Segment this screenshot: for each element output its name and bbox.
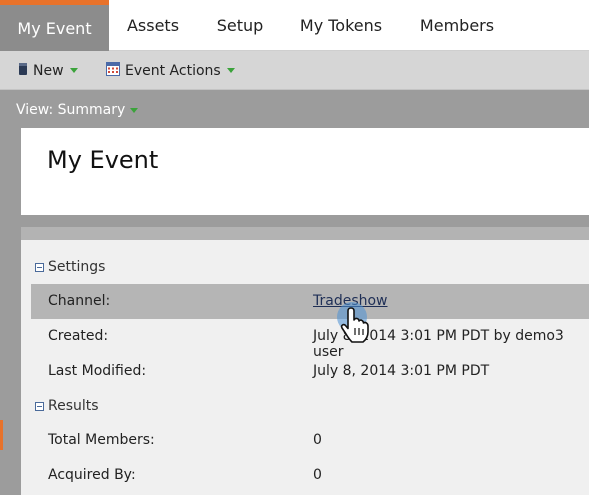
tab-label: My Tokens — [299, 16, 383, 35]
tab-label: Members — [419, 16, 495, 35]
collapse-icon — [35, 262, 44, 272]
tab-bar: My Event Assets Setup My Tokens Members — [0, 0, 589, 51]
total-members-label: Total Members: — [48, 432, 155, 448]
panel-divider — [21, 227, 589, 240]
calendar-icon — [106, 61, 120, 80]
page-title: My Event — [47, 146, 159, 174]
tab-my-tokens[interactable]: My Tokens — [288, 0, 394, 51]
total-members-value: 0 — [313, 432, 322, 448]
tab-my-event[interactable]: My Event — [0, 0, 109, 51]
results-heading: Results — [48, 398, 99, 414]
channel-label: Channel: — [48, 293, 111, 309]
tab-setup[interactable]: Setup — [203, 0, 277, 51]
tab-label: Assets — [126, 16, 180, 35]
settings-heading: Settings — [48, 259, 106, 275]
chevron-down-icon — [226, 68, 235, 73]
acquired-by-value: 0 — [313, 467, 322, 483]
event-actions-label: Event Actions — [125, 62, 221, 79]
created-row: Created: July 8, 2014 3:01 PM PDT by dem… — [31, 319, 589, 360]
new-button[interactable]: New — [18, 51, 78, 90]
channel-link[interactable]: Tradeshow — [313, 293, 388, 309]
acquired-by-label: Acquired By: — [48, 467, 136, 483]
view-selector-label: View: Summary — [16, 102, 126, 118]
collapse-icon — [35, 401, 44, 411]
last-modified-label: Last Modified: — [48, 363, 147, 379]
settings-section-toggle[interactable]: Settings — [35, 257, 105, 277]
acquired-by-row: Acquired By: 0 — [31, 458, 589, 493]
event-actions-button[interactable]: Event Actions — [106, 51, 235, 90]
document-icon — [18, 62, 28, 80]
tab-label: My Event — [17, 18, 92, 38]
view-selector[interactable]: View: Summary — [16, 100, 139, 120]
toolbar: New Event Actions — [0, 51, 589, 90]
last-modified-row: Last Modified: July 8, 2014 3:01 PM PDT — [31, 354, 589, 389]
details-panel: Settings Channel: Tradeshow Created: Jul… — [21, 240, 589, 495]
content-area: View: Summary My Event Settings Channel:… — [0, 90, 589, 495]
total-members-row: Total Members: 0 — [31, 423, 589, 458]
tab-label: Setup — [216, 16, 264, 35]
title-panel: My Event — [21, 128, 589, 215]
channel-row: Channel: Tradeshow — [31, 284, 589, 319]
new-button-label: New — [33, 62, 64, 79]
chevron-down-icon — [69, 68, 78, 73]
results-section-toggle[interactable]: Results — [35, 396, 99, 416]
chevron-down-icon — [130, 107, 139, 113]
last-modified-value: July 8, 2014 3:01 PM PDT — [313, 363, 490, 379]
created-label: Created: — [48, 328, 109, 344]
tab-assets[interactable]: Assets — [113, 0, 193, 51]
left-accent-bar — [0, 420, 3, 450]
tab-members[interactable]: Members — [407, 0, 507, 51]
